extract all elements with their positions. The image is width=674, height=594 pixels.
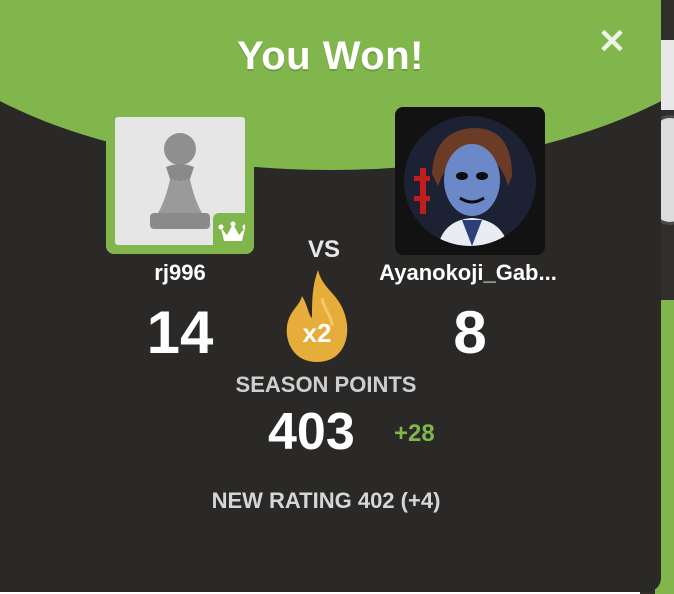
game-over-modal: You Won! ✕ VS rj996 Ayanokoji_Gab... 14 … (0, 0, 661, 592)
player-name-left[interactable]: rj996 (110, 260, 250, 286)
season-points-delta: +28 (394, 420, 435, 447)
modal-title: You Won! (237, 34, 424, 78)
season-points-label: SEASON POINTS (235, 372, 417, 397)
close-button[interactable]: ✕ (594, 24, 630, 60)
vs-label: VS (307, 236, 340, 263)
pawn-icon (150, 133, 210, 229)
player-score-left: 14 (146, 299, 214, 366)
crown-icon (213, 213, 245, 245)
player-avatar-right[interactable] (395, 107, 545, 255)
flame-icon (286, 270, 348, 362)
player-avatar-left[interactable] (106, 108, 254, 254)
new-rating: NEW RATING 402 (+4) (211, 488, 441, 513)
profile-picture (404, 116, 536, 246)
modal-header-background (0, 0, 661, 170)
player-score-right: 8 (453, 299, 487, 366)
season-points-value: 403 (268, 403, 355, 461)
player-name-right[interactable]: Ayanokoji_Gab... (356, 260, 580, 286)
multiplier-label: x2 (302, 318, 332, 348)
